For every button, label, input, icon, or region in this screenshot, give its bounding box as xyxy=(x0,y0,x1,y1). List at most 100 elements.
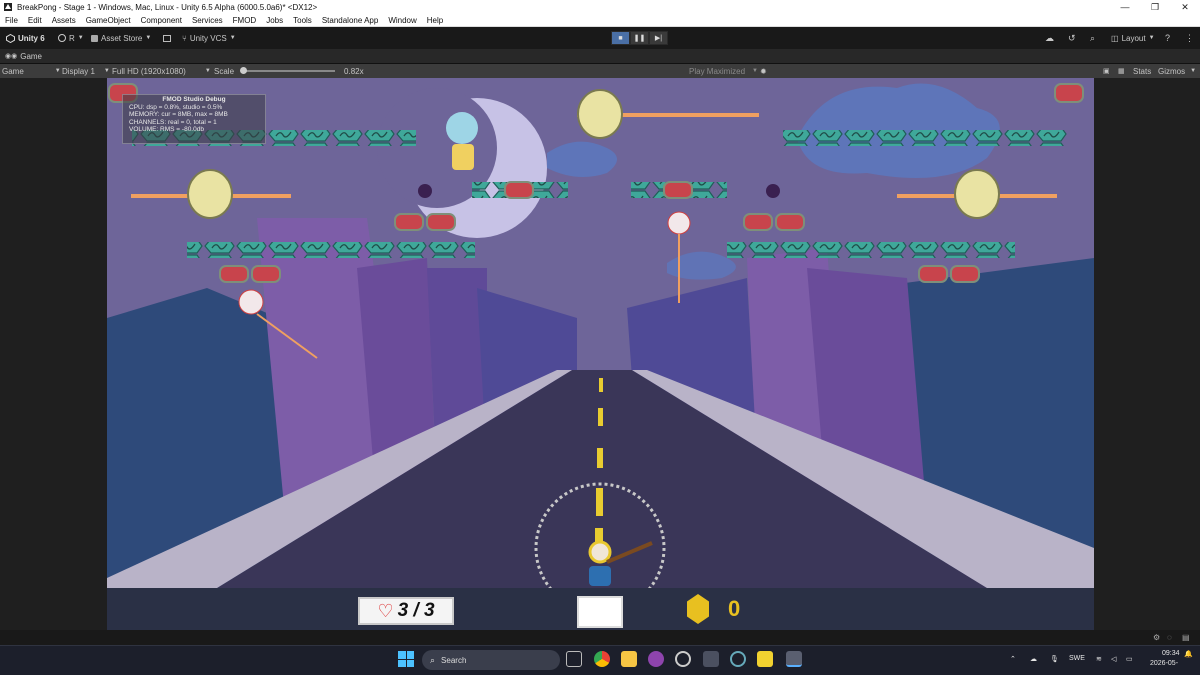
menu-fmod[interactable]: FMOD xyxy=(228,16,262,25)
clock-time[interactable]: 09:34 xyxy=(1162,650,1180,657)
layout-dropdown[interactable]: ◫ Layout ▼ xyxy=(1111,32,1155,44)
start-button[interactable] xyxy=(398,651,414,667)
menu-gameobject[interactable]: GameObject xyxy=(81,16,136,25)
game-mode-dropdown[interactable]: Game ▼ xyxy=(2,66,61,76)
vcs-dropdown[interactable]: ⑂ Unity VCS ▼ xyxy=(182,32,236,44)
maximize-button[interactable]: ❐ xyxy=(1140,0,1170,14)
account-dropdown[interactable]: R ▼ xyxy=(58,32,84,44)
history-button[interactable]: ↺ xyxy=(1068,32,1076,44)
red-block xyxy=(394,213,424,231)
app-icon[interactable] xyxy=(675,651,691,667)
vcs-icon: ⑂ xyxy=(182,33,187,43)
menu-tools[interactable]: Tools xyxy=(288,16,317,25)
game-scene xyxy=(107,78,1094,630)
step-button[interactable]: ▶| xyxy=(649,31,668,45)
menu-standalone-app[interactable]: Standalone App xyxy=(317,16,384,25)
main-toolbar: Unity 6 R ▼ Asset Store ▼ ⑂ Unity VCS ▼ … xyxy=(0,27,1200,49)
editor-status-bar: ⚙ ◌ ▤ xyxy=(0,630,1200,645)
fmod-volume: VOLUME: RMS = -80.0db xyxy=(129,126,204,133)
scale-slider[interactable] xyxy=(240,67,336,74)
help-button[interactable]: ? xyxy=(1165,32,1170,44)
heart-icon: ♡ xyxy=(377,601,394,621)
app-icon[interactable] xyxy=(730,651,746,667)
cloud-button[interactable]: ☁ xyxy=(1045,32,1054,44)
play-maximized-toggle[interactable]: Play Maximized ▼ xyxy=(689,66,758,76)
paddle-enemy xyxy=(238,289,264,315)
chevron-down-icon: ▼ xyxy=(1190,68,1197,74)
play-button[interactable]: ■ xyxy=(611,31,630,45)
audio-mute-button[interactable]: ▣ xyxy=(1103,66,1110,76)
menu-jobs[interactable]: Jobs xyxy=(261,16,288,25)
gizmos-button[interactable]: Gizmos ▼ xyxy=(1158,66,1196,76)
coin-icon xyxy=(687,594,709,624)
bug-button[interactable]: ✹ xyxy=(760,66,767,76)
cloud-icon: ☁ xyxy=(1045,32,1054,43)
stats-button[interactable]: Stats xyxy=(1133,66,1151,76)
block-row-5 xyxy=(187,242,475,258)
moon-character-body xyxy=(452,144,474,170)
chevron-up-icon[interactable]: ⌃ xyxy=(1010,655,1016,663)
player-character xyxy=(589,566,611,586)
menu-edit[interactable]: Edit xyxy=(23,16,47,25)
tab-game[interactable]: ◉◉ Game xyxy=(0,52,42,61)
game-view-bar: Game ▼ Display 1 ▼ Full HD (1920x1080) ▼ Sc… xyxy=(0,64,1200,78)
frog-boss xyxy=(954,169,1000,219)
cloud-off-icon[interactable]: ☁ xyxy=(1030,655,1037,663)
display-dropdown[interactable]: Display 1 ▼ xyxy=(62,66,110,76)
game-viewport[interactable] xyxy=(107,78,1094,630)
game-hud: ♡ 3 / 3 0 xyxy=(107,588,1094,630)
wifi-icon[interactable]: ≋ xyxy=(1096,655,1102,663)
gamepad-icon: ◉◉ xyxy=(5,53,18,60)
lives-panel: ♡ 3 / 3 xyxy=(358,597,454,625)
close-button[interactable]: ✕ xyxy=(1170,0,1200,14)
menu-services[interactable]: Services xyxy=(187,16,228,25)
menu-file[interactable]: File xyxy=(0,16,23,25)
game-mode-label: Game xyxy=(2,66,24,76)
minimize-button[interactable]: — xyxy=(1110,0,1140,14)
resolution-dropdown[interactable]: Full HD (1920x1080) ▼ xyxy=(112,66,211,76)
stop-icon: ■ xyxy=(618,34,623,42)
task-view-icon[interactable] xyxy=(566,651,582,667)
notification-icon[interactable]: 🔔 xyxy=(1184,650,1193,658)
microphone-icon[interactable]: 🎙 xyxy=(1050,655,1059,663)
sticky-notes-icon[interactable] xyxy=(757,651,773,667)
menu-help[interactable]: Help xyxy=(422,16,448,25)
red-block xyxy=(918,265,948,283)
unity-account-button[interactable]: Unity 6 xyxy=(6,32,45,44)
item-slot xyxy=(577,596,623,628)
red-block xyxy=(219,265,249,283)
fmod-debug-panel: FMOD Studio Debug CPU: dsp = 0.8%, studi… xyxy=(122,94,266,144)
chevron-down-icon: ▼ xyxy=(204,68,211,74)
account-label: R xyxy=(69,33,75,43)
speaker-icon[interactable]: ◁ xyxy=(1111,655,1116,663)
github-icon[interactable] xyxy=(648,651,664,667)
file-explorer-icon[interactable] xyxy=(621,651,637,667)
clock-date[interactable]: 2026-05- xyxy=(1150,660,1178,667)
menu-assets[interactable]: Assets xyxy=(47,16,81,25)
taskbar-search[interactable]: ⌕ Search xyxy=(422,650,560,670)
unity-hub-icon[interactable] xyxy=(703,651,719,667)
unity-editor-icon[interactable] xyxy=(786,651,802,667)
more-button[interactable]: ⋮ xyxy=(1185,32,1194,44)
chrome-icon[interactable] xyxy=(594,651,610,667)
pause-button[interactable]: ❚❚ xyxy=(630,31,649,45)
frame-debug-button[interactable]: ▦ xyxy=(1118,66,1125,76)
search-icon: ⌕ xyxy=(1090,32,1096,43)
road-line-3 xyxy=(597,448,603,468)
bug-icon: ✹ xyxy=(760,66,767,76)
chevron-down-icon: ▼ xyxy=(54,68,61,74)
search-button[interactable]: ⌕ xyxy=(1090,32,1095,44)
package-icon-button[interactable] xyxy=(163,32,171,44)
asset-store-dropdown[interactable]: Asset Store ▼ xyxy=(91,32,151,44)
tab-game-label: Game xyxy=(20,51,43,61)
history-icon: ↺ xyxy=(1068,32,1076,43)
step-icon: ▶| xyxy=(654,35,663,42)
scale-slider-handle[interactable] xyxy=(240,67,248,74)
menu-component[interactable]: Component xyxy=(136,16,187,25)
play-controls: ■ ❚❚ ▶| xyxy=(611,31,668,45)
battery-icon[interactable]: ▭ xyxy=(1126,655,1133,663)
menu-window[interactable]: Window xyxy=(383,16,421,25)
display-label: Display 1 xyxy=(62,66,95,76)
red-block xyxy=(775,213,805,231)
language-indicator[interactable]: SWE xyxy=(1069,655,1085,662)
